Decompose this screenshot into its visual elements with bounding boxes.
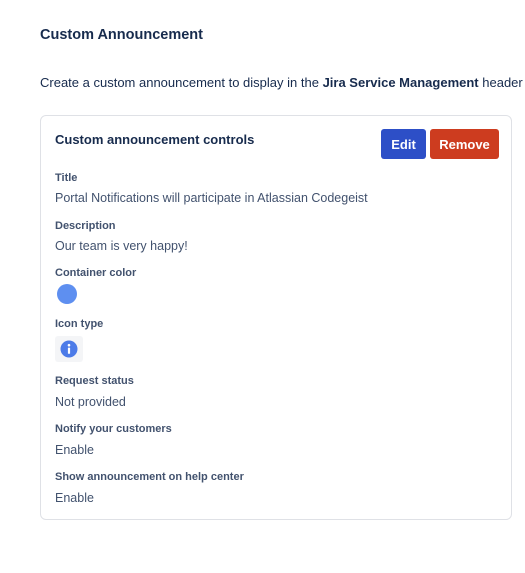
show-on-help-center-value: Enable [55, 491, 94, 505]
notify-customers-value: Enable [55, 443, 94, 457]
title-label: Title [55, 172, 78, 184]
icon-type-label: Icon type [55, 318, 104, 330]
edit-button[interactable]: Edit [381, 129, 426, 159]
notify-customers-label: Notify your customers [55, 423, 172, 435]
card-title: Custom announcement controls [55, 132, 255, 147]
page-title: Custom Announcement [40, 27, 203, 43]
description-value: Our team is very happy! [55, 239, 188, 253]
remove-button[interactable]: Remove [430, 129, 499, 159]
container-color-swatch [57, 284, 77, 304]
title-value: Portal Notifications will participate in… [55, 191, 368, 205]
description-label: Description [55, 220, 116, 232]
page-description: Create a custom announcement to display … [40, 75, 523, 90]
announcement-controls-card: Custom announcement controls Edit Remove… [40, 115, 512, 520]
request-status-value: Not provided [55, 395, 126, 409]
info-icon [60, 340, 78, 358]
request-status-label: Request status [55, 375, 134, 387]
icon-type-preview [55, 336, 83, 362]
intro-product-name: Jira Service Management [322, 75, 479, 90]
intro-prefix: Create a custom announcement to display … [40, 75, 323, 90]
container-color-label: Container color [55, 267, 137, 279]
show-on-help-center-label: Show announcement on help center [55, 471, 244, 483]
intro-suffix: header [478, 75, 523, 90]
